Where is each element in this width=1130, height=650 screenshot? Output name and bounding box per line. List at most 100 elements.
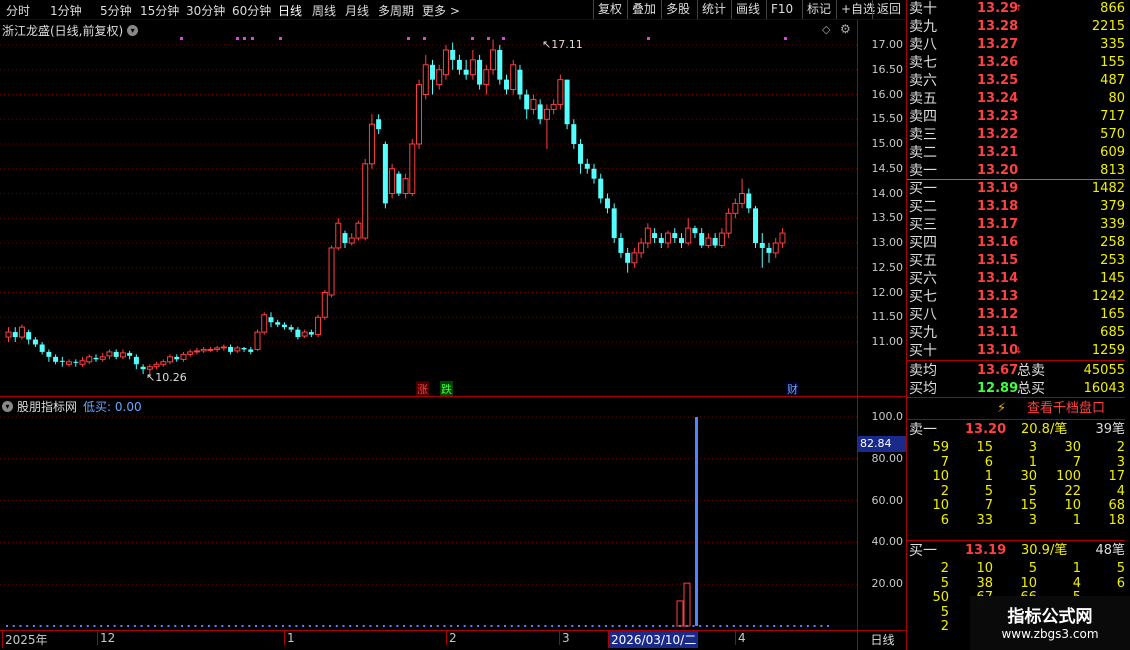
- time-label: 12: [97, 631, 115, 645]
- buy-level-row[interactable]: 买九 13.11 685: [907, 324, 1125, 342]
- sell-level-row[interactable]: 卖四 13.23 717: [907, 108, 1125, 126]
- buy-level-row[interactable]: 买三 13.17 339: [907, 216, 1125, 234]
- indicator-svg: [0, 416, 857, 627]
- chevron-down-icon[interactable]: ▾: [2, 401, 13, 412]
- sell-level-row[interactable]: 卖六 13.25 487: [907, 72, 1125, 90]
- period-tab-15min[interactable]: 15分钟: [140, 2, 179, 19]
- period-tab-multi[interactable]: 多周期: [378, 2, 414, 19]
- level-price: 13.29: [977, 1, 1019, 16]
- baseline-dot: [6, 625, 8, 627]
- candle: [389, 163, 396, 199]
- sell-level-row[interactable]: 卖二 13.21 609: [907, 144, 1125, 162]
- baseline-dot: [806, 625, 809, 627]
- event-dot: [180, 37, 183, 40]
- arrow-down-icon: ↓: [1015, 346, 1023, 356]
- candle: [578, 139, 584, 174]
- indicator-chart[interactable]: ▾ 股朋指标网 低买: 0.00: [0, 397, 857, 630]
- buy-level-row[interactable]: 买八 13.12 165: [907, 306, 1125, 324]
- sell-level-row[interactable]: 卖九 13.28 2215: [907, 18, 1125, 36]
- buy-level-row[interactable]: 买四 13.16 258: [907, 234, 1125, 252]
- baseline-dot: [544, 625, 547, 627]
- overlay-button[interactable]: 叠加: [627, 0, 660, 19]
- baseline-dot: [281, 625, 284, 627]
- buy-level-row[interactable]: 买五 13.15 253: [907, 252, 1125, 270]
- candle: [658, 233, 664, 248]
- adjust-button[interactable]: 复权: [593, 0, 626, 19]
- candle: [604, 193, 610, 214]
- kline-chart[interactable]: 浙江龙盛(日线,前复权) ▾ ◇ ⚙ ↖17.11 ↖10.26 涨 跌 财: [0, 20, 857, 397]
- chevron-down-icon[interactable]: ▾: [127, 25, 139, 36]
- diamond-icon[interactable]: ◇: [822, 23, 830, 36]
- candle: [295, 327, 301, 340]
- stats-button[interactable]: 统计: [697, 0, 730, 19]
- sell-level-row[interactable]: 卖十 13.29 866 ↑: [907, 0, 1125, 18]
- draw-line-button[interactable]: 画线: [731, 0, 764, 19]
- indicator-tick-label: 100.0: [871, 410, 904, 423]
- period-tab-5min[interactable]: 5分钟: [100, 2, 132, 19]
- level-volume: 339: [1100, 217, 1125, 232]
- baseline-dot: [369, 625, 372, 627]
- candle: [348, 233, 355, 246]
- baseline-dot: [793, 625, 796, 627]
- period-tab-30min[interactable]: 30分钟: [186, 2, 225, 19]
- min-price-label: ↖10.26: [146, 371, 187, 384]
- period-tab-monthly[interactable]: 月线: [345, 2, 369, 19]
- period-tab-weekly[interactable]: 周线: [312, 2, 336, 19]
- level-label: 卖一: [909, 163, 937, 179]
- sell-avg-row: 卖均 13.67 总卖 45055: [909, 363, 1125, 379]
- baseline-dot: [557, 625, 560, 627]
- mark-button[interactable]: 标记: [802, 0, 835, 19]
- f10-button[interactable]: F10: [766, 0, 797, 19]
- baseline-dot: [604, 625, 607, 627]
- depth-button[interactable]: 查看千档盘口: [1027, 399, 1105, 419]
- period-tab-60min[interactable]: 60分钟: [232, 2, 271, 19]
- back-button[interactable]: 返回: [872, 0, 905, 19]
- level-label: 买四: [909, 235, 937, 251]
- baseline-dot: [180, 625, 183, 627]
- sell-level-row[interactable]: 卖三 13.22 570: [907, 126, 1125, 144]
- time-label: 1: [284, 631, 295, 645]
- level-volume: 80: [1108, 91, 1125, 106]
- period-tab-daily[interactable]: 日线: [278, 2, 302, 19]
- buy-level-row[interactable]: 买二 13.18 379: [907, 198, 1125, 216]
- baseline-dot: [80, 625, 83, 627]
- multi-stock-button[interactable]: 多股: [661, 0, 694, 19]
- baseline-dot: [759, 625, 762, 627]
- settings-icon[interactable]: ⚙: [840, 22, 851, 36]
- period-tab-fenshi[interactable]: 分时: [6, 2, 30, 19]
- baseline-dot: [537, 625, 540, 627]
- candle: [463, 59, 469, 80]
- sell-level-row[interactable]: 卖五 13.24 80: [907, 90, 1125, 108]
- queue-cell: 1: [1072, 512, 1081, 528]
- candle: [564, 79, 570, 130]
- candle: [456, 54, 462, 75]
- candle: [422, 54, 429, 100]
- candle: [497, 45, 503, 85]
- buy-level-row[interactable]: 买十 13.10 1259 ↓: [907, 342, 1125, 360]
- price-tick-label: 15.00: [871, 137, 904, 150]
- sell-level-row[interactable]: 卖八 13.27 335: [907, 36, 1125, 54]
- level-label: 买六: [909, 271, 937, 287]
- sell-level-row[interactable]: 卖七 13.26 155: [907, 54, 1125, 72]
- indicator-name[interactable]: 股朋指标网: [17, 398, 77, 415]
- candle: [517, 64, 523, 100]
- fall-marker[interactable]: 跌: [440, 381, 453, 397]
- candle: [32, 337, 38, 347]
- buy-level-row[interactable]: 买六 13.14 145: [907, 270, 1125, 288]
- baseline-dot: [335, 625, 338, 627]
- sell-level-row[interactable]: 卖一 13.20 813: [907, 162, 1125, 180]
- candle: [59, 356, 65, 367]
- buy-level-row[interactable]: 买七 13.13 1242: [907, 288, 1125, 306]
- period-tab-1min[interactable]: 1分钟: [50, 2, 82, 19]
- baseline-dot: [12, 625, 15, 627]
- period-label[interactable]: 日线: [857, 631, 907, 650]
- time-axis: 2025年 12 1 2 3 2026/03/10/二 4: [0, 631, 857, 650]
- rise-marker[interactable]: 涨: [416, 381, 429, 397]
- baseline-dot: [591, 625, 594, 627]
- candle: [699, 228, 705, 248]
- queue-cell: 5: [940, 575, 949, 591]
- finance-marker[interactable]: 财: [786, 381, 799, 397]
- period-tab-more[interactable]: 更多 >: [422, 2, 460, 19]
- buy-level-row[interactable]: 买一 13.19 1482: [907, 180, 1125, 198]
- baseline-dot: [322, 625, 325, 627]
